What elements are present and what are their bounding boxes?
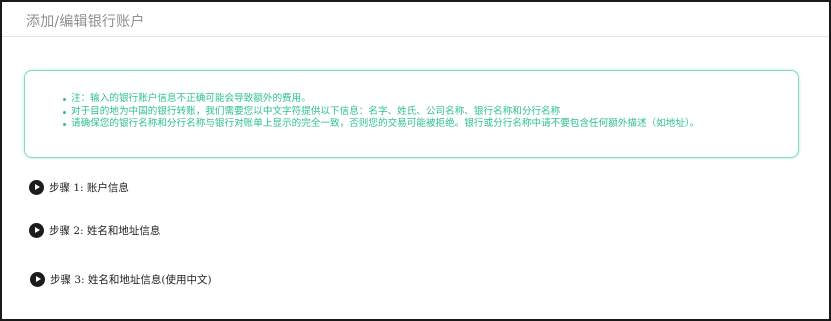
title-divider [2, 36, 829, 37]
step-1-account-info[interactable]: 步骤 1: 账户信息 [29, 180, 129, 195]
panel-title: 添加/编辑银行账户 [26, 14, 145, 30]
step-3-name-address-chinese[interactable]: 步骤 3: 姓名和地址信息(使用中文) [30, 272, 212, 287]
notice-list: 注：输入的银行账户信息不正确可能会导致额外的费用。 对于目的地为中国的银行转账，… [63, 93, 699, 131]
notice-box: 注：输入的银行账户信息不正确可能会导致额外的费用。 对于目的地为中国的银行转账，… [24, 70, 799, 158]
step-label: 步骤 3: 姓名和地址信息(使用中文) [50, 274, 212, 286]
notice-item: 对于目的地为中国的银行转账，我们需要您以中文字符提供以下信息：名字、姓氏、公司名… [63, 106, 699, 119]
notice-item: 注：输入的银行账户信息不正确可能会导致额外的费用。 [63, 93, 699, 106]
step-2-name-address[interactable]: 步骤 2: 姓名和地址信息 [29, 223, 160, 238]
play-circle-icon [29, 223, 44, 238]
bank-account-panel: 添加/编辑银行账户 注：输入的银行账户信息不正确可能会导致额外的费用。 对于目的… [0, 0, 831, 321]
play-circle-icon [29, 180, 44, 195]
step-label: 步骤 1: 账户信息 [49, 182, 129, 194]
play-circle-icon [30, 272, 45, 287]
step-label: 步骤 2: 姓名和地址信息 [49, 225, 161, 237]
notice-item: 请确保您的银行名称和分行名称与银行对账单上显示的完全一致，否则您的交易可能被拒绝… [63, 118, 699, 131]
